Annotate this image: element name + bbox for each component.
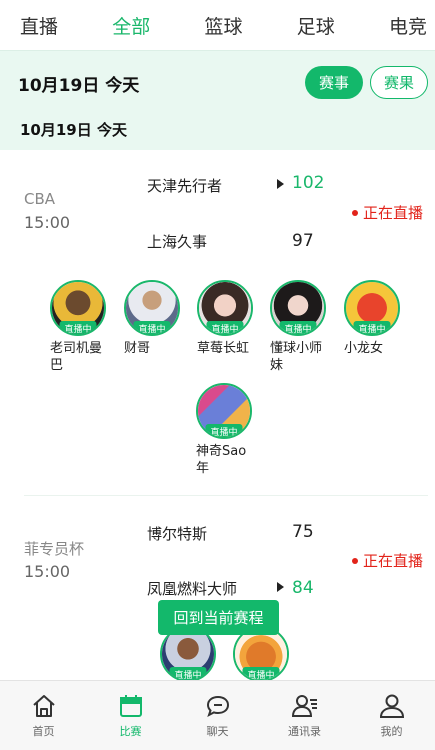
- avatar: 直播中: [50, 280, 106, 336]
- home-score: 102: [292, 173, 325, 193]
- results-button[interactable]: 赛果: [370, 66, 428, 99]
- nav-label: 比赛: [119, 725, 142, 738]
- avatar: 直播中: [124, 280, 180, 336]
- match-card[interactable]: CBA 15:00 天津先行者 102 上海久事 97 正在直播 直播中 老司机…: [0, 150, 435, 495]
- bottom-nav: 首页 比赛 聊天 通讯录 我的: [0, 680, 435, 750]
- leading-arrow-icon: [277, 179, 284, 189]
- nav-label: 通讯录: [288, 725, 321, 738]
- live-badge: 直播中: [353, 321, 391, 334]
- contacts-icon: [291, 695, 317, 717]
- current-date: 10月19日 今天: [18, 76, 140, 96]
- league-name: 菲专员杯: [24, 540, 85, 558]
- streamer-name: 草莓长虹: [197, 341, 250, 356]
- date-header: 10月19日 今天 赛事 赛果 10月19日 今天: [0, 50, 435, 150]
- live-dot-icon: [352, 209, 358, 216]
- streamer-name: 小龙女: [344, 341, 384, 356]
- streamer-item[interactable]: 直播中 神奇Sao年: [196, 383, 256, 477]
- nav-home[interactable]: 首页: [4, 692, 84, 739]
- away-score: 97: [292, 231, 314, 251]
- streamer-item[interactable]: 直播中 懂球小师妹: [270, 280, 330, 374]
- streamer-name: 神奇Sao年: [196, 444, 247, 476]
- nav-label: 聊天: [206, 725, 229, 738]
- live-status-label: 正在直播: [363, 552, 424, 570]
- home-team: 博尔特斯: [147, 525, 208, 543]
- avatar: 直播中: [197, 280, 253, 336]
- live-status: 正在直播: [352, 202, 423, 223]
- league-name: CBA: [24, 190, 56, 208]
- avatar: 直播中: [270, 280, 326, 336]
- home-team: 天津先行者: [147, 177, 223, 195]
- live-badge: 直播中: [279, 321, 317, 334]
- streamer-item[interactable]: 直播中 财哥: [124, 280, 184, 357]
- live-dot-icon: [352, 557, 358, 564]
- return-to-current-button[interactable]: 回到当前赛程: [158, 600, 279, 635]
- match-card[interactable]: 菲专员杯 15:00 博尔特斯 75 凤凰燃料大师 84 正在直播 直播中 直播…: [0, 496, 435, 682]
- nav-label: 我的: [380, 725, 403, 738]
- nav-profile[interactable]: 我的: [352, 692, 432, 739]
- chat-icon: [206, 695, 229, 718]
- live-badge: 直播中: [133, 321, 171, 334]
- tab-live[interactable]: 直播: [20, 12, 58, 39]
- avatar: 直播中: [344, 280, 400, 336]
- section-date: 10月19日 今天: [20, 121, 127, 139]
- avatar: 直播中: [196, 383, 252, 439]
- nav-label: 首页: [32, 725, 55, 738]
- match-time: 15:00: [24, 213, 71, 232]
- away-score: 84: [292, 578, 314, 598]
- live-badge: 直播中: [59, 321, 97, 334]
- nav-contacts[interactable]: 通讯录: [265, 692, 345, 739]
- tab-basketball[interactable]: 篮球: [204, 12, 242, 39]
- away-team: 上海久事: [147, 233, 208, 251]
- streamer-name: 懂球小师妹: [270, 341, 323, 373]
- nav-chat[interactable]: 聊天: [178, 692, 258, 739]
- match-time: 15:00: [24, 562, 71, 581]
- live-badge: 直播中: [205, 424, 243, 437]
- away-team: 凤凰燃料大师: [147, 580, 238, 598]
- leading-arrow-icon: [277, 582, 284, 592]
- tab-all[interactable]: 全部: [112, 12, 150, 39]
- live-status: 正在直播: [352, 550, 423, 571]
- live-badge: 直播中: [206, 321, 244, 334]
- calendar-icon: [119, 695, 142, 717]
- streamer-item[interactable]: 直播中 老司机曼巴: [50, 280, 110, 374]
- nav-matches[interactable]: 比赛: [91, 692, 171, 739]
- schedule-button[interactable]: 赛事: [305, 66, 363, 99]
- streamer-name: 财哥: [124, 341, 151, 356]
- streamer-item[interactable]: 直播中 草莓长虹: [197, 280, 257, 357]
- live-status-label: 正在直播: [363, 204, 424, 222]
- tab-football[interactable]: 足球: [297, 12, 335, 39]
- tab-esports[interactable]: 电竞: [389, 12, 427, 39]
- home-score: 75: [292, 522, 314, 542]
- home-icon: [32, 695, 55, 717]
- streamer-name: 老司机曼巴: [50, 341, 103, 373]
- streamer-item[interactable]: 直播中 小龙女: [344, 280, 404, 357]
- profile-icon: [379, 694, 404, 718]
- top-tab-bar: 直播 全部 篮球 足球 电竞: [0, 0, 435, 50]
